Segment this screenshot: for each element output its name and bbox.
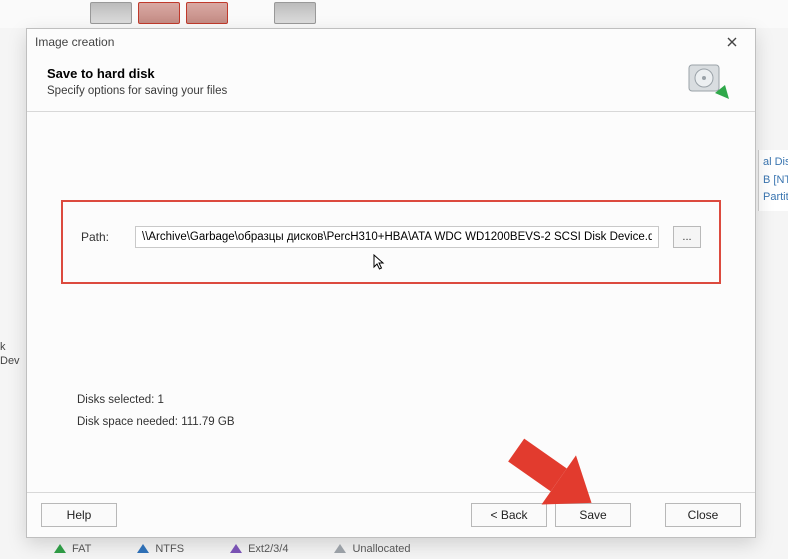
save-button[interactable]: Save [555, 503, 631, 527]
header-title: Save to hard disk [47, 66, 685, 81]
close-icon[interactable] [717, 32, 747, 52]
background-left-text: k Dev [0, 40, 24, 369]
disks-selected-value: 1 [158, 394, 164, 406]
filesystem-legend: FAT NTFS Ext2/3/4 Unallocated [54, 543, 788, 555]
dialog-header: Save to hard disk Specify options for sa… [27, 55, 755, 112]
background-toolbar [0, 0, 788, 28]
background-right-panel: al Disk B [NTFS Partiti [758, 150, 788, 211]
dialog-footer: Help < Back Save Close [27, 492, 755, 537]
space-needed-value: 111.79 GB [181, 416, 234, 428]
back-button[interactable]: < Back [471, 503, 547, 527]
help-button[interactable]: Help [41, 503, 117, 527]
hard-disk-icon [685, 61, 735, 101]
header-subtitle: Specify options for saving your files [47, 85, 685, 97]
space-needed-label: Disk space needed: [77, 416, 178, 428]
image-creation-dialog: Image creation Save to hard disk Specify… [26, 28, 756, 538]
summary-block: Disks selected: 1 Disk space needed: 111… [77, 394, 755, 438]
path-label: Path: [81, 230, 121, 244]
dialog-title: Image creation [35, 35, 114, 49]
browse-button[interactable]: ... [673, 226, 701, 248]
close-button[interactable]: Close [665, 503, 741, 527]
dialog-titlebar: Image creation [27, 29, 755, 55]
path-highlight-box: Path: ... [61, 200, 721, 284]
cursor-icon [373, 254, 387, 272]
path-input[interactable] [135, 226, 659, 248]
disks-selected-label: Disks selected: [77, 394, 154, 406]
